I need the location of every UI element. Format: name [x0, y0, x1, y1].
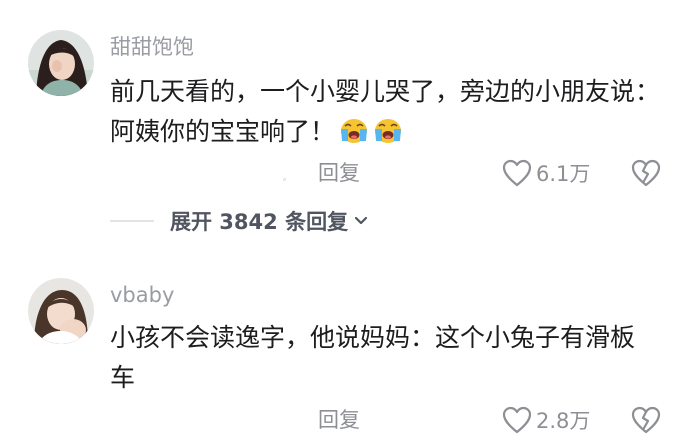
broken-heart-icon — [631, 159, 661, 187]
username[interactable]: 甜甜饱饱 — [110, 34, 194, 60]
comment-text: 小孩不会读逸字，他说妈妈：这个小兔子有滑板 车 — [110, 318, 670, 398]
expand-divider — [110, 220, 154, 222]
comment-text-line: 前几天看的，一个小婴儿哭了，旁边的小朋友说： — [110, 77, 661, 106]
comment-text-line: 车 — [110, 363, 136, 392]
expand-replies-button[interactable]: 展开 3842 条回复 — [110, 206, 368, 236]
dislike-button[interactable] — [630, 405, 662, 435]
loudly-crying-face-icon — [339, 115, 369, 145]
heart-outline-icon — [502, 159, 532, 187]
comment-text-segment: 阿姨你的宝宝响了！ — [110, 117, 336, 146]
chevron-down-icon — [354, 216, 368, 225]
expand-replies-label: 展开 3842 条回复 — [170, 210, 349, 234]
loudly-crying-face-icon — [373, 115, 403, 145]
broken-heart-icon — [631, 406, 661, 434]
comment-text-line: 阿姨你的宝宝响了！ — [110, 112, 670, 152]
avatar[interactable] — [28, 278, 94, 344]
reply-button[interactable]: 回复 — [318, 160, 360, 186]
divider-dot — [283, 178, 286, 181]
dislike-button[interactable] — [630, 158, 662, 188]
like-button[interactable]: 6.1万 — [502, 158, 590, 188]
username[interactable]: vbaby — [110, 282, 174, 308]
avatar[interactable] — [28, 30, 94, 96]
comment-text: 前几天看的，一个小婴儿哭了，旁边的小朋友说： 阿姨你的宝宝响了！ — [110, 72, 670, 152]
like-count: 6.1万 — [536, 162, 591, 186]
reply-button[interactable]: 回复 — [318, 407, 360, 433]
like-button[interactable]: 2.8万 — [502, 405, 590, 435]
like-count: 2.8万 — [536, 409, 591, 433]
comment-text-line: 小孩不会读逸字，他说妈妈：这个小兔子有滑板 — [110, 323, 636, 352]
heart-outline-icon — [502, 406, 532, 434]
comment-section: 甜甜饱饱 前几天看的，一个小婴儿哭了，旁边的小朋友说： 阿姨你的宝宝响了！ 回复… — [0, 0, 690, 445]
